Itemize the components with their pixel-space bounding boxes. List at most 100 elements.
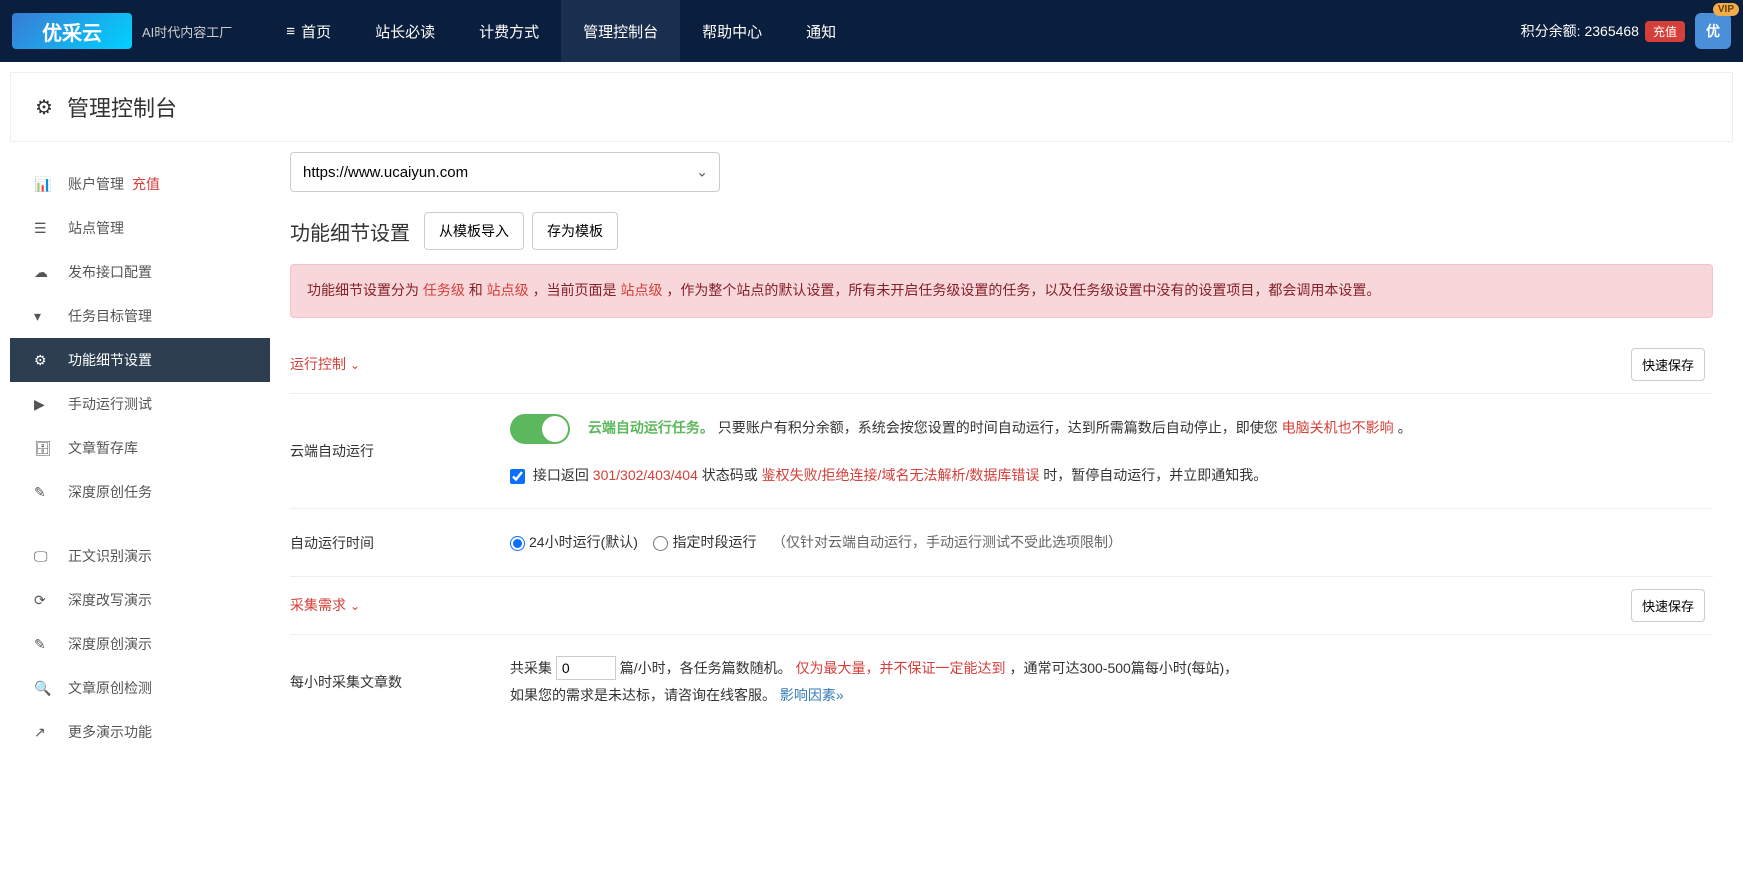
nav-billing[interactable]: 计费方式 bbox=[457, 0, 561, 62]
panel-collect: 采集需求⌄ 快速保存 bbox=[290, 577, 1713, 635]
points-label: 积分余额: bbox=[1521, 21, 1581, 41]
logo-area[interactable]: 优采云 AI时代内容工厂 bbox=[0, 13, 244, 49]
form-label: 云端自动运行 bbox=[290, 414, 510, 489]
site-select[interactable]: https://www.ucaiyun.com bbox=[290, 152, 720, 192]
database-icon: 🗄 bbox=[34, 440, 56, 457]
vip-badge: VIP bbox=[1713, 3, 1739, 16]
logo-icon: 优采云 bbox=[12, 13, 132, 49]
refresh-icon: ⟳ bbox=[34, 592, 56, 609]
sidebar-item-publish[interactable]: ☁ 发布接口配置 bbox=[10, 250, 270, 294]
row-collect-count: 每小时采集文章数 共采集 篇/小时，各任务篇数随机。 仅为最大量，并不保证一定能… bbox=[290, 635, 1713, 728]
nav-mustread[interactable]: 站长必读 bbox=[353, 0, 457, 62]
row-cloud-auto: 云端自动运行 云端自动运行任务。 只要账户有积分余额，系统会按您设置的时间自动运… bbox=[290, 394, 1713, 510]
recharge-button[interactable]: 充值 bbox=[1645, 21, 1685, 42]
radio-period[interactable]: 指定时段运行 bbox=[653, 534, 756, 550]
header-right: 积分余额: 2365468 充值 优 VIP bbox=[1521, 13, 1743, 49]
nav-label: 首页 bbox=[301, 21, 331, 42]
red-text: 仅为最大量，并不保证一定能达到 bbox=[796, 660, 1006, 676]
form-label: 每小时采集文章数 bbox=[290, 655, 510, 708]
quick-save-button[interactable]: 快速保存 bbox=[1631, 589, 1705, 622]
section-title: 功能细节设置 bbox=[290, 217, 410, 246]
sidebar-item-demo-recognize[interactable]: 🖵 正文识别演示 bbox=[10, 534, 270, 578]
edit-icon: ✎ bbox=[34, 484, 56, 501]
sidebar-item-demo-more[interactable]: ↗ 更多演示功能 bbox=[10, 710, 270, 754]
sidebar-label: 发布接口配置 bbox=[68, 262, 152, 282]
radio-24h[interactable]: 24小时运行(默认) bbox=[510, 534, 638, 550]
red-text: 电脑关机也不影响 bbox=[1282, 420, 1394, 436]
edit-square-icon: ✎ bbox=[34, 636, 56, 653]
sidebar-label: 文章暂存库 bbox=[68, 438, 138, 458]
desc-text: 共采集 bbox=[510, 660, 552, 676]
filter-icon: ▾ bbox=[34, 308, 56, 325]
play-icon: ▶ bbox=[34, 396, 56, 413]
sidebar-item-deep-original[interactable]: ✎ 深度原创任务 bbox=[10, 470, 270, 514]
sidebar-item-demo-original[interactable]: ✎ 深度原创演示 bbox=[10, 622, 270, 666]
desc-text: 。 bbox=[1398, 420, 1412, 436]
sidebar-item-account[interactable]: 📊 账户管理充值 bbox=[10, 162, 270, 206]
info-alert: 功能细节设置分为 任务级 和 站点级 ，当前页面是 站点级 ，作为整个站点的默认… bbox=[290, 264, 1713, 318]
cloud-auto-switch[interactable] bbox=[510, 414, 570, 444]
sidebar-label: 深度原创演示 bbox=[68, 634, 152, 654]
red-text: 301/302/403/404 bbox=[593, 467, 698, 483]
list-icon: ≡ bbox=[286, 23, 295, 40]
sidebar-label: 账户管理 bbox=[68, 174, 124, 194]
sidebar-label: 深度改写演示 bbox=[68, 590, 152, 610]
hint-text: （仅针对云端自动运行，手动运行测试不受此选项限制） bbox=[772, 534, 1122, 550]
sidebar-label: 文章原创检测 bbox=[68, 678, 152, 698]
form-label: 自动运行时间 bbox=[290, 529, 510, 556]
nav-help[interactable]: 帮助中心 bbox=[680, 0, 784, 62]
desc-text: 状态码或 bbox=[702, 467, 758, 483]
sidebar-label: 更多演示功能 bbox=[68, 722, 152, 742]
gear-icon: ⚙ bbox=[35, 95, 53, 120]
pause-on-error-checkbox[interactable] bbox=[510, 469, 525, 484]
red-text: 鉴权失败/拒绝连接/域名无法解析/数据库错误 bbox=[762, 467, 1040, 483]
desc-text: ，通常可达300-500篇每小时(每站)， bbox=[1009, 660, 1238, 676]
desc-text: 接口返回 bbox=[533, 467, 589, 483]
save-template-button[interactable]: 存为模板 bbox=[532, 212, 618, 250]
sidebar-item-demo-rewrite[interactable]: ⟳ 深度改写演示 bbox=[10, 578, 270, 622]
bar-chart-icon: 📊 bbox=[34, 176, 56, 193]
search-icon: 🔍 bbox=[34, 680, 56, 697]
list-icon: ☰ bbox=[34, 220, 56, 237]
nav-notice[interactable]: 通知 bbox=[784, 0, 858, 62]
sidebar-label: 正文识别演示 bbox=[68, 546, 152, 566]
panel-toggle[interactable]: 运行控制⌄ bbox=[290, 354, 360, 374]
sidebar-item-storage[interactable]: 🗄 文章暂存库 bbox=[10, 426, 270, 470]
avatar[interactable]: 优 VIP bbox=[1695, 13, 1731, 49]
logo-subtitle: AI时代内容工厂 bbox=[142, 22, 232, 41]
desc-text: 只要账户有积分余额，系统会按您设置的时间自动运行，达到所需篇数后自动停止，即使您 bbox=[718, 420, 1278, 436]
sidebar-label: 手动运行测试 bbox=[68, 394, 152, 414]
recharge-badge: 充值 bbox=[132, 174, 160, 194]
chevron-down-icon: ⌄ bbox=[350, 358, 360, 372]
chevron-down-icon: ⌄ bbox=[350, 599, 360, 613]
sidebar-label: 深度原创任务 bbox=[68, 482, 152, 502]
sidebar-item-demo-check[interactable]: 🔍 文章原创检测 bbox=[10, 666, 270, 710]
sidebar-item-settings[interactable]: ⚙ 功能细节设置 bbox=[10, 338, 270, 382]
main-content: https://www.ucaiyun.com ⌄ 功能细节设置 从模板导入 存… bbox=[270, 152, 1733, 768]
sidebar-item-sites[interactable]: ☰ 站点管理 bbox=[10, 206, 270, 250]
top-header: 优采云 AI时代内容工厂 ≡ 首页 站长必读 计费方式 管理控制台 帮助中心 通知… bbox=[0, 0, 1743, 62]
row-run-time: 自动运行时间 24小时运行(默认) 指定时段运行 （仅针对云端自动运行，手动运行… bbox=[290, 509, 1713, 577]
panel-run-control: 运行控制⌄ 快速保存 bbox=[290, 336, 1713, 394]
desc-text: 如果您的需求是未达标，请咨询在线客服。 bbox=[510, 687, 776, 703]
collect-count-input[interactable] bbox=[556, 656, 616, 680]
nav-home[interactable]: ≡ 首页 bbox=[264, 0, 353, 62]
page-title: 管理控制台 bbox=[67, 91, 177, 123]
share-icon: ↗ bbox=[34, 724, 56, 741]
nav-console[interactable]: 管理控制台 bbox=[561, 0, 680, 62]
factors-link[interactable]: 影响因素» bbox=[780, 687, 844, 703]
panel-toggle[interactable]: 采集需求⌄ bbox=[290, 595, 360, 615]
points-value: 2365468 bbox=[1584, 23, 1639, 39]
desc-text: 时，暂停自动运行，并立即通知我。 bbox=[1043, 467, 1267, 483]
quick-save-button[interactable]: 快速保存 bbox=[1631, 348, 1705, 381]
monitor-icon: 🖵 bbox=[34, 548, 56, 565]
cloud-icon: ☁ bbox=[34, 264, 56, 281]
sidebar-item-manual[interactable]: ▶ 手动运行测试 bbox=[10, 382, 270, 426]
sidebar-label: 功能细节设置 bbox=[68, 350, 152, 370]
green-text: 云端自动运行任务。 bbox=[588, 420, 714, 436]
sidebar-item-target[interactable]: ▾任务目标管理 bbox=[10, 294, 270, 338]
main-nav: ≡ 首页 站长必读 计费方式 管理控制台 帮助中心 通知 bbox=[264, 0, 858, 62]
cogs-icon: ⚙ bbox=[34, 352, 56, 369]
import-template-button[interactable]: 从模板导入 bbox=[424, 212, 524, 250]
sidebar-label: 站点管理 bbox=[68, 218, 124, 238]
